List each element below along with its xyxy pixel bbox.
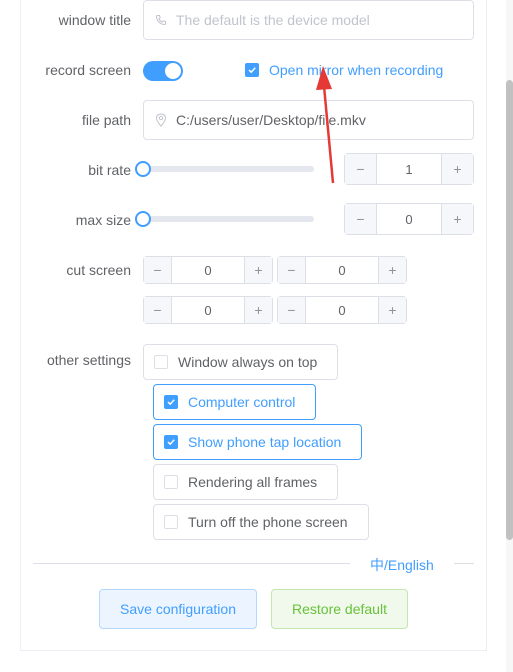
location-pin-icon: [154, 112, 168, 128]
cut-screen-decrease-button[interactable]: −: [278, 297, 306, 323]
file-path-label: file path: [81, 112, 131, 128]
max-size-decrease-button[interactable]: −: [345, 204, 377, 234]
restore-default-button[interactable]: Restore default: [271, 589, 408, 629]
switch-knob: [165, 63, 181, 79]
max-size-value[interactable]: 0: [377, 204, 441, 234]
cut-screen-stepper-1[interactable]: − 0 +: [143, 256, 273, 284]
bit-rate-decrease-button[interactable]: −: [345, 154, 377, 184]
file-path-input[interactable]: C:/users/user/Desktop/file.mkv: [143, 100, 474, 140]
checkbox-label: Show phone tap location: [188, 434, 342, 450]
open-mirror-label: Open mirror when recording: [269, 62, 444, 78]
cut-screen-value[interactable]: 0: [306, 297, 378, 323]
window-title-input[interactable]: The default is the device model: [143, 0, 474, 40]
cut-screen-decrease-button[interactable]: −: [144, 297, 172, 323]
cut-screen-decrease-button[interactable]: −: [144, 257, 172, 283]
max-size-slider-handle[interactable]: [135, 211, 151, 227]
open-mirror-checkbox[interactable]: Open mirror when recording: [245, 62, 443, 78]
scrollbar-thumb[interactable]: [506, 80, 513, 540]
cut-screen-label: cut screen: [66, 262, 131, 278]
max-size-label: max size: [75, 212, 131, 228]
cut-screen-decrease-button[interactable]: −: [278, 257, 306, 283]
other-settings-label: other settings: [46, 352, 131, 368]
cut-screen-increase-button[interactable]: +: [378, 297, 406, 323]
cut-screen-stepper-4[interactable]: − 0 +: [277, 296, 407, 324]
window-title-label: window title: [58, 12, 131, 28]
checkbox-label: Window always on top: [178, 354, 318, 370]
cut-screen-value[interactable]: 0: [172, 297, 244, 323]
checkbox-box: [164, 475, 178, 489]
turn-off-phone-screen-checkbox[interactable]: Turn off the phone screen: [153, 504, 369, 540]
max-size-increase-button[interactable]: +: [441, 204, 473, 234]
record-screen-switch[interactable]: [143, 61, 183, 81]
cut-screen-stepper-2[interactable]: − 0 +: [277, 256, 407, 284]
computer-control-checkbox[interactable]: Computer control: [153, 384, 316, 420]
bit-rate-increase-button[interactable]: +: [441, 154, 473, 184]
phone-icon: [154, 12, 168, 28]
max-size-slider[interactable]: [135, 211, 314, 227]
max-size-stepper[interactable]: − 0 +: [344, 203, 474, 235]
cut-screen-increase-button[interactable]: +: [378, 257, 406, 283]
checkbox-label: Rendering all frames: [188, 474, 318, 490]
scrollbar[interactable]: [506, 0, 513, 672]
checkbox-box: [164, 515, 178, 529]
rendering-all-frames-checkbox[interactable]: Rendering all frames: [153, 464, 338, 500]
window-always-on-top-checkbox[interactable]: Window always on top: [143, 344, 338, 380]
show-phone-tap-location-checkbox[interactable]: Show phone tap location: [153, 424, 362, 460]
save-configuration-button[interactable]: Save configuration: [99, 589, 257, 629]
cut-screen-value[interactable]: 0: [172, 257, 244, 283]
file-path-value: C:/users/user/Desktop/file.mkv: [176, 112, 366, 128]
bit-rate-slider-handle[interactable]: [135, 161, 151, 177]
check-icon: [245, 63, 259, 77]
settings-panel: [20, 0, 487, 651]
check-icon: [164, 435, 178, 449]
window-title-placeholder: The default is the device model: [176, 12, 370, 28]
bit-rate-slider[interactable]: [135, 161, 314, 177]
checkbox-box: [154, 355, 168, 369]
cut-screen-value[interactable]: 0: [306, 257, 378, 283]
language-toggle-link[interactable]: 中/English: [350, 555, 454, 575]
record-screen-label: record screen: [45, 62, 131, 78]
cut-screen-increase-button[interactable]: +: [244, 257, 272, 283]
bit-rate-stepper[interactable]: − 1 +: [344, 153, 474, 185]
bit-rate-value[interactable]: 1: [377, 154, 441, 184]
cut-screen-stepper-3[interactable]: − 0 +: [143, 296, 273, 324]
bit-rate-label: bit rate: [88, 162, 131, 178]
cut-screen-increase-button[interactable]: +: [244, 297, 272, 323]
checkbox-label: Turn off the phone screen: [188, 514, 348, 530]
check-icon: [164, 395, 178, 409]
checkbox-label: Computer control: [188, 394, 296, 410]
